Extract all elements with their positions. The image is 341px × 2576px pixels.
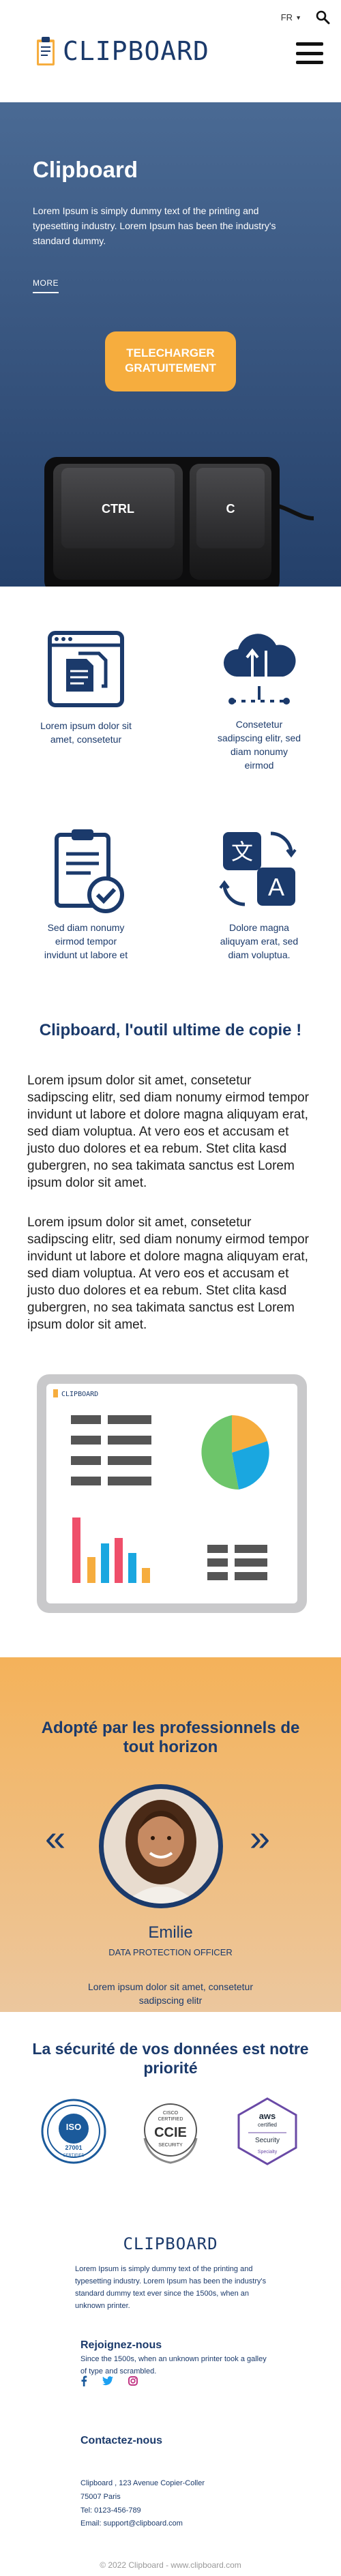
security-title: La sécurité de vos données est notre pri… — [32, 2040, 309, 2077]
next-arrow-icon[interactable]: » — [250, 1820, 270, 1856]
feature-item: Lorem ipsum dolor sit amet, consetetur — [25, 629, 147, 746]
cloud-sync-icon — [223, 634, 296, 705]
contact-address-line1: Clipboard , 123 Avenue Copier-Coller — [80, 2479, 205, 2487]
hero-section: Clipboard Lorem Ipsum is simply dummy te… — [0, 102, 341, 587]
ctrl-key-label: CTRL — [102, 502, 134, 516]
c-key-label: C — [226, 502, 235, 516]
feature-text: Sed diam nonumy eirmod tempor invidunt u… — [44, 922, 128, 960]
hamburger-menu-icon[interactable] — [296, 42, 323, 64]
join-text: Since the 1500s, when an unknown printer… — [80, 2355, 267, 2375]
contact-email[interactable]: Email: support@clipboard.com — [80, 2517, 271, 2530]
testimonial-role: DATA PROTECTION OFFICER — [108, 1947, 233, 1957]
feature-text: Dolore magna aliquyam erat, sed diam vol… — [220, 922, 299, 960]
intro-paragraph: Lorem ipsum dolor sit amet, consetetur s… — [27, 1074, 309, 1190]
footer-description: Lorem Ipsum is simply dummy text of the … — [75, 2265, 267, 2310]
documents-window-icon — [48, 631, 124, 707]
dashboard-brand: CLIPBOARD — [61, 1391, 98, 1398]
feature-text: Lorem ipsum dolor sit amet, consetetur — [40, 720, 132, 745]
clipboard-check-icon — [55, 829, 124, 913]
hero-title: Clipboard — [33, 157, 138, 182]
intro-paragraph: Lorem ipsum dolor sit amet, consetetur s… — [27, 1215, 309, 1332]
svg-text:CERTIFIED: CERTIFIED — [158, 2117, 183, 2122]
svg-text:A: A — [268, 873, 284, 901]
social-links — [80, 2375, 138, 2386]
svg-text:certified: certified — [258, 2122, 277, 2128]
features-section: Lorem ipsum dolor sit amet, consetetur C… — [0, 587, 341, 1023]
svg-text:Security: Security — [255, 2137, 280, 2144]
download-button[interactable]: TELECHARGER GRATUITEMENT — [105, 331, 236, 391]
svg-text:CERTIFIED: CERTIFIED — [63, 2154, 85, 2158]
intro-title: Clipboard, l'outil ultime de copie ! — [39, 1021, 302, 1039]
more-link[interactable]: MORE — [33, 278, 59, 293]
feature-item: Sed diam nonumy eirmod tempor invidunt u… — [25, 827, 147, 962]
testimonials-title: Adopté par les professionnels de tout ho… — [41, 1719, 300, 1756]
clipboard-logo-icon — [37, 37, 55, 65]
ctrl-c-keyboard-image: CTRL C — [44, 457, 314, 587]
aws-badge-icon: aws certified Security Specialty — [237, 2097, 297, 2165]
language-selector[interactable]: FR ▼ — [281, 12, 301, 23]
dashboard-illustration: CLIPBOARD — [37, 1374, 307, 1613]
footer-logo[interactable]: CLIPBOARD — [0, 2234, 341, 2253]
feature-text: Consetetur sadipscing elitr, sed diam no… — [217, 719, 301, 771]
svg-text:ISO: ISO — [66, 2122, 81, 2132]
svg-text:Specialty: Specialty — [258, 2150, 278, 2155]
join-title: Rejoignez-nous — [80, 2339, 162, 2351]
svg-text:aws: aws — [259, 2111, 276, 2121]
twitter-icon[interactable] — [102, 2376, 113, 2386]
testimonial-photo — [104, 1789, 218, 1904]
language-label: FR — [280, 12, 293, 23]
testimonials-section: Adopté par les professionnels de tout ho… — [0, 1657, 341, 2012]
feature-item: Consetetur sadipscing elitr, sed diam no… — [198, 629, 321, 772]
facebook-icon[interactable] — [80, 2375, 87, 2386]
hero-text: Lorem Ipsum is simply dummy text of the … — [33, 205, 276, 246]
testimonial-quote: Lorem ipsum dolor sit amet, consetetur s… — [88, 1981, 253, 2006]
contact-phone: Tel: 0123-456-789 — [80, 2506, 141, 2515]
site-logo[interactable]: CLIPBOARD — [35, 35, 209, 67]
prev-arrow-icon[interactable]: « — [45, 1820, 65, 1856]
ccie-badge-icon: CISCO CERTIFIED CCIE SECURITY — [143, 2103, 198, 2164]
svg-text:文: 文 — [231, 839, 253, 865]
copyright: © 2022 Clipboard - www.clipboard.com — [100, 2560, 241, 2570]
avatar — [99, 1784, 223, 1908]
chevron-down-icon: ▼ — [295, 14, 301, 21]
iso-badge-icon: ISO 27001 CERTIFIED — [41, 2099, 106, 2164]
contact-title: Contactez-nous — [80, 2435, 162, 2446]
logo-text: CLIPBOARD — [63, 36, 209, 66]
feature-item: 文 A Dolore magna aliquyam erat, sed diam… — [198, 827, 321, 962]
search-icon[interactable] — [315, 10, 330, 25]
svg-text:SECURITY: SECURITY — [158, 2143, 183, 2148]
svg-text:CISCO: CISCO — [163, 2111, 179, 2116]
testimonial-name: Emilie — [148, 1923, 193, 1942]
svg-text:27001: 27001 — [65, 2144, 82, 2151]
svg-text:CCIE: CCIE — [154, 2125, 187, 2140]
translate-icon: 文 A — [219, 831, 297, 906]
site-header: FR ▼ CLIPBOARD — [0, 0, 341, 102]
instagram-icon[interactable] — [128, 2376, 138, 2386]
contact-address-line2: 75007 Paris — [80, 2493, 121, 2501]
